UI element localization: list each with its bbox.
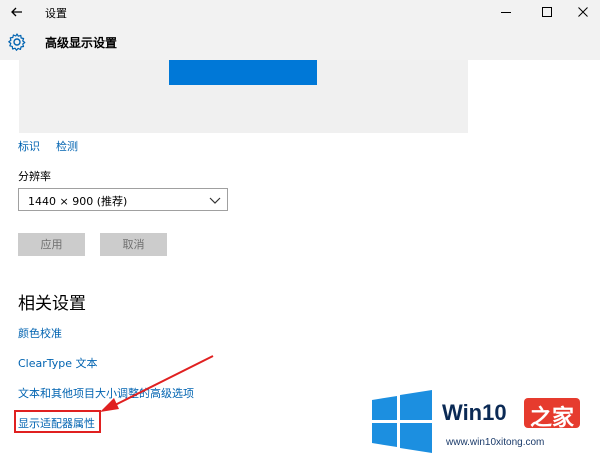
close-button[interactable] [570, 2, 596, 22]
cleartype-link[interactable]: ClearType 文本 [18, 355, 98, 371]
chevron-down-icon [209, 197, 221, 204]
cancel-button[interactable]: 取消 [100, 233, 167, 256]
resolution-dropdown[interactable]: 1440 × 900 (推荐) [18, 188, 228, 211]
close-icon [578, 7, 588, 17]
back-arrow-icon [11, 7, 22, 17]
window-title: 设置 [45, 7, 67, 20]
watermark-accent: 之家 [530, 406, 575, 431]
monitor-tile[interactable] [169, 60, 317, 85]
watermark: Win10 之家 www.win10xitong.com [370, 378, 600, 472]
watermark-url: www.win10xitong.com [446, 437, 545, 448]
page-header: 高级显示设置 [0, 24, 600, 60]
resolution-label: 分辨率 [18, 170, 51, 183]
detect-link[interactable]: 检测 [56, 138, 78, 154]
identify-link[interactable]: 标识 [18, 138, 40, 154]
watermark-brand: Win10 [442, 400, 507, 425]
gear-icon [7, 32, 27, 52]
back-button[interactable] [6, 2, 28, 22]
apply-button[interactable]: 应用 [18, 233, 85, 256]
advanced-sizing-link[interactable]: 文本和其他项目大小调整的高级选项 [18, 385, 194, 401]
color-calibration-link[interactable]: 颜色校准 [18, 325, 62, 341]
resolution-value: 1440 × 900 (推荐) [28, 195, 128, 208]
minimize-button[interactable] [493, 2, 519, 22]
maximize-icon [542, 7, 552, 17]
related-settings-title: 相关设置 [18, 294, 86, 314]
windows-logo-icon [372, 390, 432, 453]
maximize-button[interactable] [534, 2, 560, 22]
highlight-box [14, 410, 101, 433]
title-bar: 设置 [0, 0, 600, 24]
display-preview [19, 60, 468, 133]
page-title: 高级显示设置 [45, 36, 118, 50]
minimize-icon [501, 12, 511, 13]
